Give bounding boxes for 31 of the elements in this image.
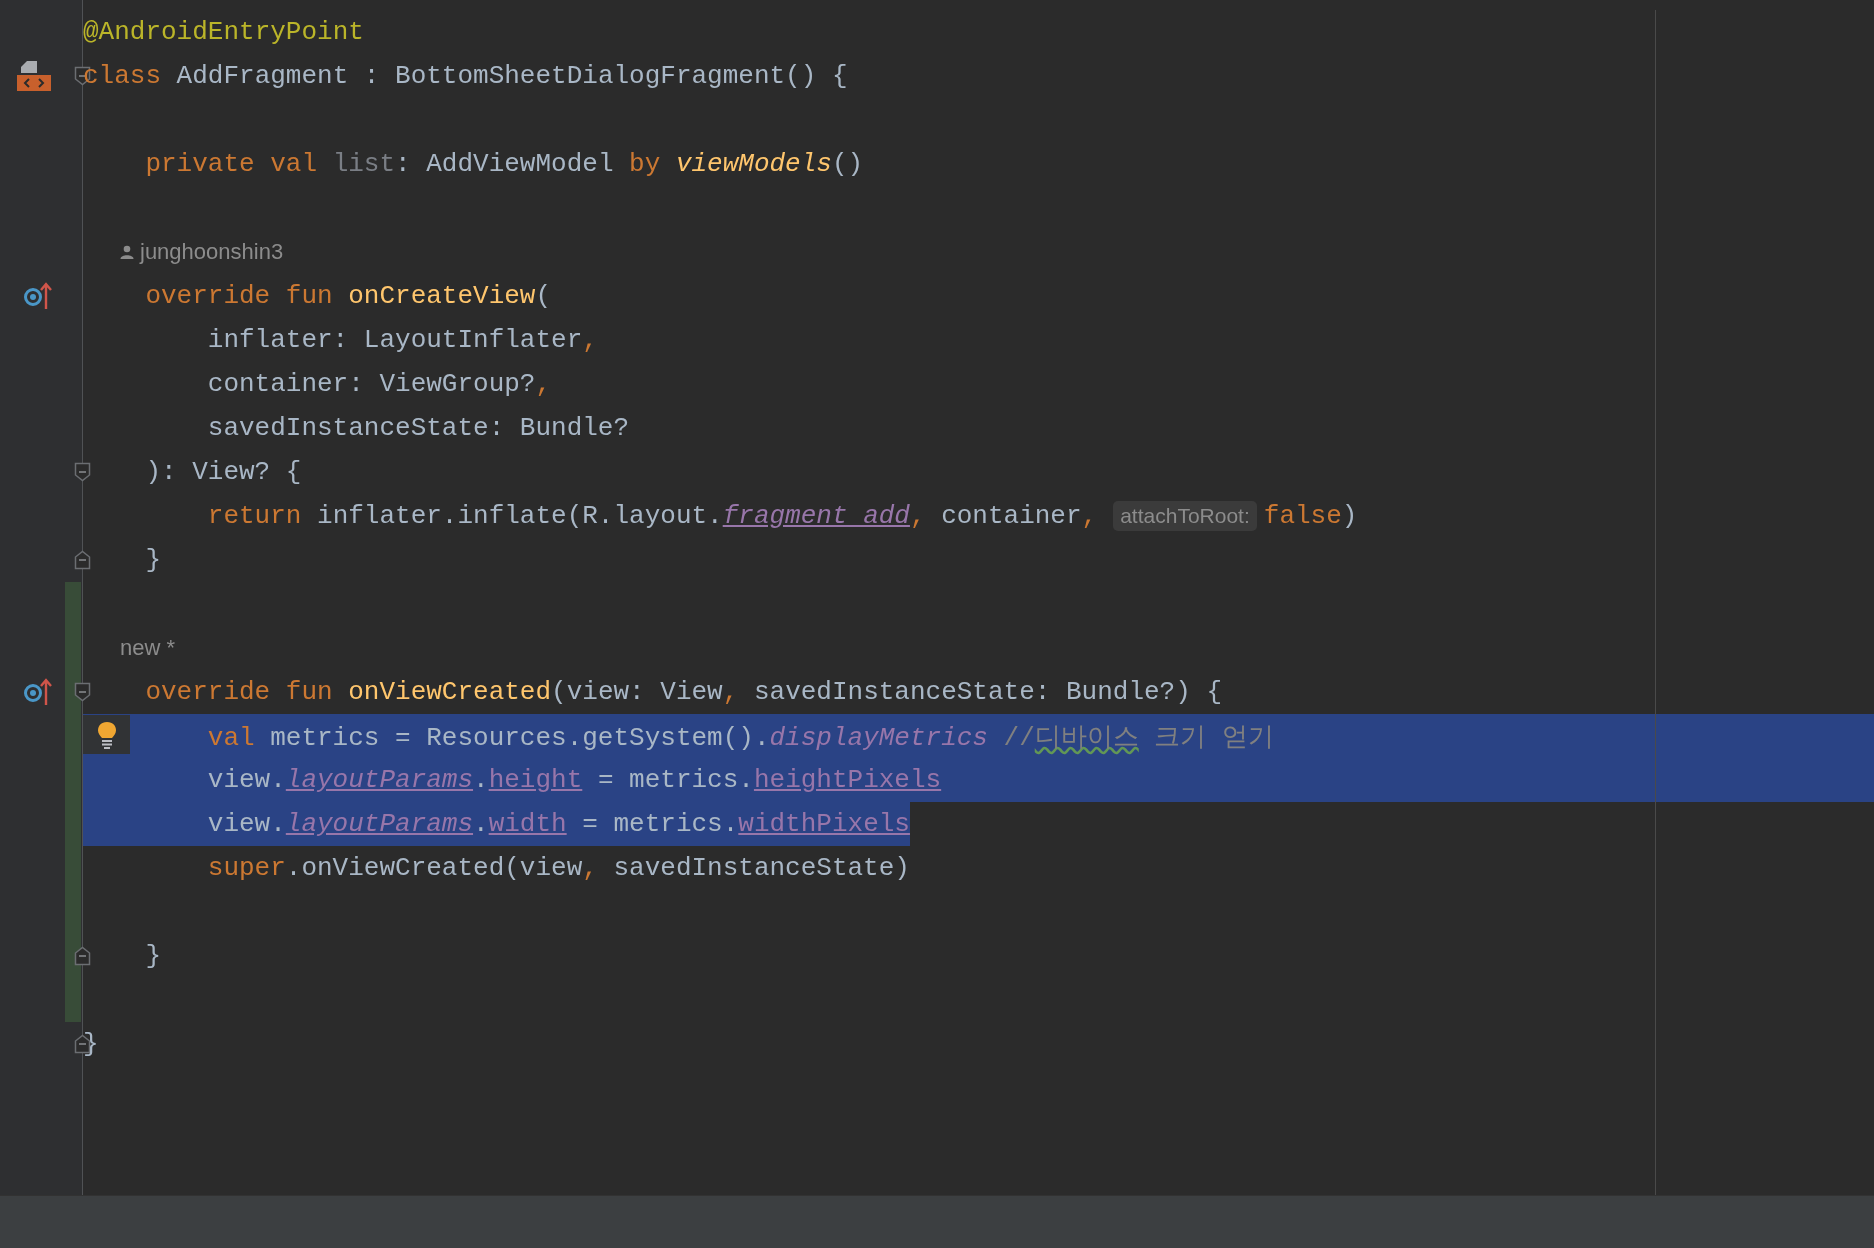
- code-text: }: [83, 1029, 99, 1059]
- code-text: container: ViewGroup?,: [207, 369, 552, 399]
- person-icon: [120, 245, 134, 259]
- code-text: private val list: AddViewModel by viewModels(): [145, 149, 864, 179]
- code-text: view.layoutParams.width = metrics.widthPixels: [207, 809, 910, 839]
- code-text: }: [145, 545, 161, 575]
- code-text: inflater: LayoutInflater,: [207, 325, 598, 355]
- circle-arrow-up-icon[interactable]: [23, 677, 53, 707]
- code-text: override fun onCreateView(: [145, 281, 552, 311]
- fold-marker-icon[interactable]: [74, 550, 91, 570]
- circle-arrow-up-icon[interactable]: [23, 281, 53, 311]
- code-text: override fun onViewCreated(view: View, savedInstanceState: Bundle?) {: [145, 677, 1222, 707]
- code-text: @AndroidEntryPoint: [83, 17, 364, 47]
- code-file-icon[interactable]: [17, 59, 51, 93]
- code-text: false): [1263, 501, 1358, 531]
- code-text: val metrics = Resources.getSystem().displayMetrics //디바이스 크기 얻기: [207, 721, 1274, 754]
- code-text: }: [145, 941, 161, 971]
- code-text: class AddFragment : BottomSheetDialogFragment() {: [83, 61, 848, 91]
- fold-marker-icon[interactable]: [74, 462, 91, 482]
- lightbulb-icon: [96, 720, 117, 749]
- fold-marker-icon[interactable]: [74, 946, 91, 966]
- code-vision-hint[interactable]: junghoonshin3: [140, 239, 284, 265]
- code-text: view.layoutParams.height = metrics.heightPixels: [207, 765, 942, 795]
- fold-marker-icon[interactable]: [74, 682, 91, 702]
- code-text: savedInstanceState: Bundle?: [207, 413, 630, 443]
- code-vision-hint[interactable]: new *: [120, 635, 176, 661]
- parameter-name-hint: attachToRoot:: [1113, 501, 1257, 531]
- lightbulb-button[interactable]: [83, 715, 130, 754]
- code-text: super.onViewCreated(view, savedInstanceState): [207, 853, 910, 883]
- code-text: return inflater.inflate(R.layout.fragment_add, container,: [207, 501, 1098, 531]
- code-text: ): View? {: [145, 457, 302, 487]
